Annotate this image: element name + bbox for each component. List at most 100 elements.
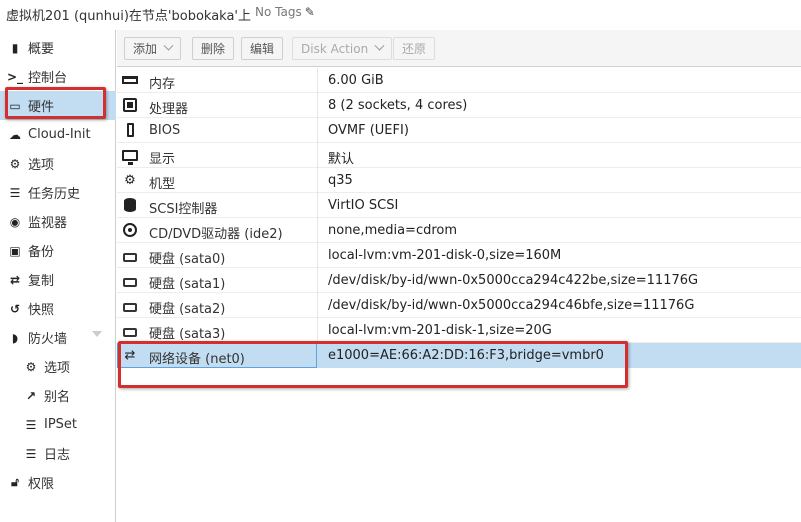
table-row[interactable]: 硬盘 (sata0) local-lvm:vm-201-disk-0,size=… bbox=[117, 243, 801, 268]
chevron-down-icon[interactable] bbox=[92, 331, 102, 337]
add-button[interactable]: 添加 bbox=[124, 37, 182, 60]
sidebar-item-alias[interactable]: ↗ 别名 bbox=[0, 381, 116, 410]
hdd-icon bbox=[121, 272, 139, 288]
row-key: CD/DVD驱动器 (ide2) bbox=[149, 227, 283, 242]
disk-action-button[interactable]: Disk Action bbox=[292, 37, 393, 60]
terminal-icon: >_ bbox=[6, 69, 24, 84]
sidebar-item-label: 选项 bbox=[28, 158, 55, 173]
revert-button[interactable]: 还原 bbox=[393, 37, 436, 60]
sidebar-item-ipset[interactable]: ☰ IPSet bbox=[0, 410, 116, 439]
table-row[interactable]: 硬盘 (sata3) local-lvm:vm-201-disk-1,size=… bbox=[117, 318, 801, 343]
sidebar-item-monitor[interactable]: ◉ 监视器 bbox=[0, 207, 116, 236]
exchange-icon: ⇄ bbox=[124, 347, 136, 363]
chevron-down-icon bbox=[163, 40, 174, 51]
row-key: 内存 bbox=[149, 77, 176, 92]
edit-button[interactable]: 编辑 bbox=[241, 37, 284, 60]
remove-button-label: 删除 bbox=[201, 42, 226, 56]
sidebar-item-label: 选项 bbox=[44, 361, 71, 376]
title-bar: 虚拟机201 (qunhui)在节点'bobokaka'上 No Tags ✎ bbox=[0, 0, 801, 28]
cdrom-icon bbox=[121, 222, 139, 238]
table-row[interactable]: 显示 默认 bbox=[117, 143, 801, 168]
microchip-icon bbox=[121, 122, 139, 138]
sidebar-item-label: IPSet bbox=[44, 417, 78, 432]
sidebar-item-cloud-init[interactable]: ☁ Cloud-Init bbox=[0, 120, 116, 149]
gear-icon: ⚙ bbox=[9, 156, 21, 171]
sidebar-item-firewall-options[interactable]: ⚙ 选项 bbox=[0, 352, 116, 381]
row-value: q35 bbox=[328, 173, 353, 188]
row-key: SCSI控制器 bbox=[149, 202, 218, 217]
row-key: 硬盘 (sata3) bbox=[149, 327, 226, 342]
tags-editor[interactable]: No Tags ✎ bbox=[255, 5, 315, 19]
row-value: local-lvm:vm-201-disk-0,size=160M bbox=[328, 248, 562, 263]
row-value: /dev/disk/by-id/wwn-0x5000cca294c422be,s… bbox=[328, 273, 699, 288]
history-icon: ↺ bbox=[9, 301, 21, 316]
sidebar-item-label: 概要 bbox=[28, 42, 55, 57]
sidebar-item-label: 权限 bbox=[28, 477, 55, 492]
row-key: 硬盘 (sata1) bbox=[149, 277, 226, 292]
sidebar-item-label: 备份 bbox=[28, 245, 55, 260]
row-value: 默认 bbox=[328, 152, 355, 167]
row-value: OVMF (UEFI) bbox=[328, 123, 409, 138]
row-value: e1000=AE:66:A2:DD:16:F3,bridge=vmbr0 bbox=[328, 348, 604, 363]
row-key: BIOS bbox=[149, 123, 181, 138]
sidebar-item-label: 控制台 bbox=[28, 71, 68, 86]
table-row[interactable]: BIOS OVMF (UEFI) bbox=[117, 118, 801, 143]
sidebar-item-console[interactable]: >_ 控制台 bbox=[0, 62, 116, 91]
sidebar-item-hardware[interactable]: ▭ 硬件 bbox=[0, 91, 116, 120]
sidebar-item-label: 别名 bbox=[44, 390, 71, 405]
desktop-icon: ▭ bbox=[9, 98, 21, 113]
table-row[interactable]: 硬盘 (sata1) /dev/disk/by-id/wwn-0x5000cca… bbox=[117, 268, 801, 293]
eye-icon: ◉ bbox=[9, 214, 21, 229]
row-value: 6.00 GiB bbox=[328, 73, 384, 88]
sidebar-item-label: Cloud-Init bbox=[28, 127, 91, 142]
cogs-icon: ⚙ bbox=[124, 172, 136, 188]
list-icon: ☰ bbox=[25, 446, 37, 461]
table-row[interactable]: 硬盘 (sata2) /dev/disk/by-id/wwn-0x5000cca… bbox=[117, 293, 801, 318]
add-button-label: 添加 bbox=[133, 42, 158, 56]
list-icon: ☰ bbox=[9, 185, 21, 200]
list-ol-icon: ☰ bbox=[25, 417, 37, 432]
sidebar-item-options[interactable]: ⚙ 选项 bbox=[0, 149, 116, 178]
sidebar-item-task-history[interactable]: ☰ 任务历史 bbox=[0, 178, 116, 207]
tags-label: No Tags bbox=[255, 5, 302, 19]
sidebar: ▮ 概要 >_ 控制台 ▭ 硬件 ☁ Cloud-Init ⚙ 选项 ☰ 任务历… bbox=[0, 30, 116, 522]
disk-action-label: Disk Action bbox=[301, 41, 369, 56]
sidebar-item-label: 任务历史 bbox=[28, 187, 81, 202]
row-key: 网络设备 (net0) bbox=[149, 352, 245, 367]
desktop-icon bbox=[121, 147, 139, 165]
sidebar-item-label: 复制 bbox=[28, 274, 55, 289]
sidebar-item-label: 快照 bbox=[28, 303, 55, 318]
sidebar-item-firewall[interactable]: ◗ 防火墙 bbox=[0, 323, 116, 352]
table-row-selected[interactable]: ⇄ 网络设备 (net0) e1000=AE:66:A2:DD:16:F3,br… bbox=[117, 343, 801, 368]
sidebar-item-summary[interactable]: ▮ 概要 bbox=[0, 33, 116, 62]
table-row[interactable]: SCSI控制器 VirtIO SCSI bbox=[117, 193, 801, 218]
row-key: 处理器 bbox=[149, 102, 189, 117]
sidebar-item-permissions[interactable]: 🔓︎ 权限 bbox=[0, 468, 116, 497]
sidebar-item-replication[interactable]: ⇄ 复制 bbox=[0, 265, 116, 294]
table-row[interactable]: ⚙ 机型 q35 bbox=[117, 168, 801, 193]
floppy-icon: ▣ bbox=[9, 243, 21, 258]
row-value: /dev/disk/by-id/wwn-0x5000cca294c46bfe,s… bbox=[328, 298, 695, 313]
book-icon: ▮ bbox=[11, 40, 19, 55]
row-key: 硬盘 (sata0) bbox=[149, 252, 226, 267]
shield-icon: ◗ bbox=[11, 330, 19, 345]
remove-button[interactable]: 删除 bbox=[192, 37, 235, 60]
table-row[interactable]: CD/DVD驱动器 (ide2) none,media=cdrom bbox=[117, 218, 801, 243]
sidebar-item-label: 监视器 bbox=[28, 216, 68, 231]
pencil-icon[interactable]: ✎ bbox=[305, 5, 315, 19]
row-key: 硬盘 (sata2) bbox=[149, 302, 226, 317]
retweet-icon: ⇄ bbox=[9, 272, 21, 287]
sidebar-item-label: 防火墙 bbox=[28, 332, 68, 347]
row-value: local-lvm:vm-201-disk-1,size=20G bbox=[328, 323, 552, 338]
table-row[interactable]: 处理器 8 (2 sockets, 4 cores) bbox=[117, 93, 801, 118]
table-row[interactable]: 内存 6.00 GiB bbox=[117, 68, 801, 93]
sidebar-item-backup[interactable]: ▣ 备份 bbox=[0, 236, 116, 265]
sidebar-item-log[interactable]: ☰ 日志 bbox=[0, 439, 116, 468]
unlock-icon: 🔓︎ bbox=[11, 475, 19, 489]
sidebar-item-label: 硬件 bbox=[28, 100, 55, 115]
row-value: 8 (2 sockets, 4 cores) bbox=[328, 98, 468, 113]
hdd-icon bbox=[121, 322, 139, 338]
sidebar-item-snapshots[interactable]: ↺ 快照 bbox=[0, 294, 116, 323]
gear-icon: ⚙ bbox=[25, 359, 37, 374]
toolbar: 添加 删除 编辑 Disk Action 还原 bbox=[117, 30, 801, 67]
